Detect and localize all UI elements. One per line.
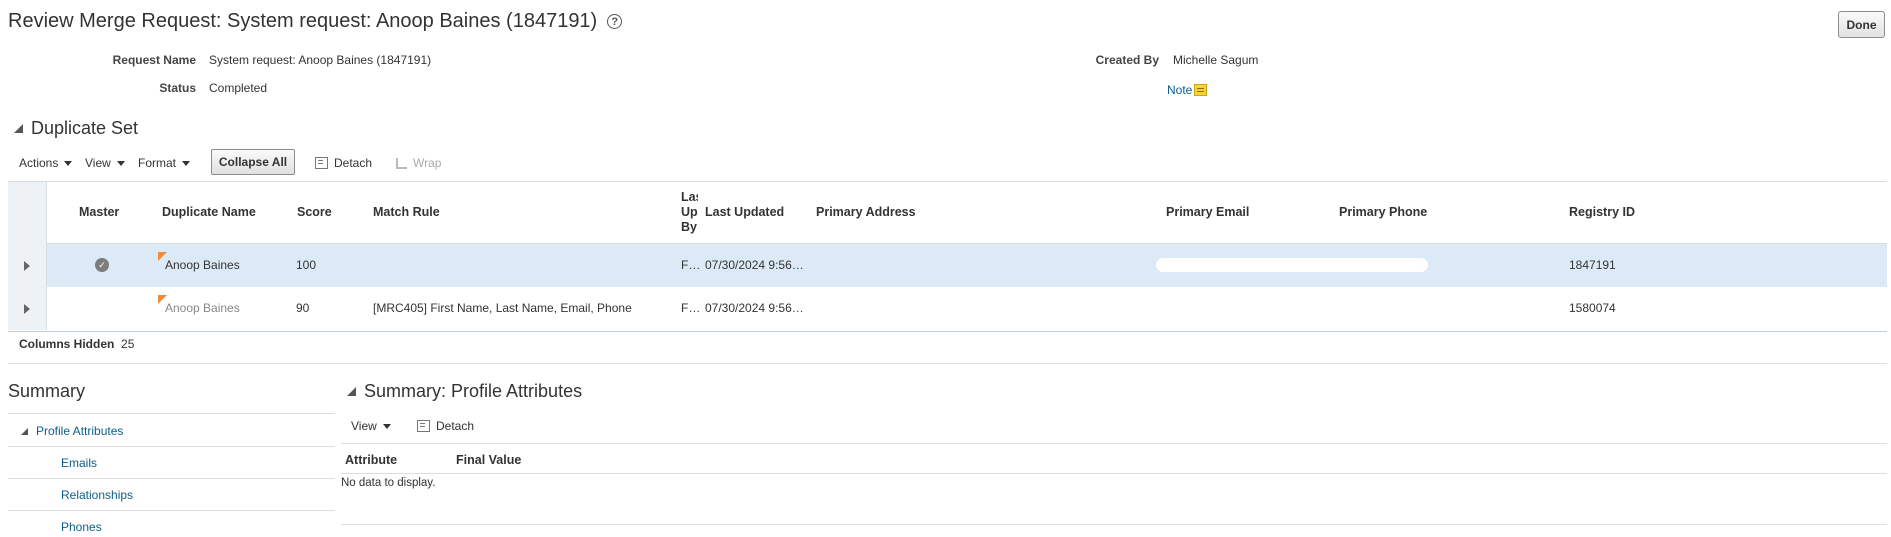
tree-item-label[interactable]: Profile Attributes (36, 424, 123, 438)
note-link[interactable]: Note (1167, 83, 1208, 97)
format-menu-label: Format (138, 156, 177, 170)
detach-button[interactable]: Detach (315, 156, 372, 170)
view-menu[interactable]: View (85, 156, 125, 170)
detach-label: Detach (334, 156, 373, 170)
actions-menu-label: Actions (19, 156, 59, 170)
status-label: Status (159, 81, 196, 95)
summary-divider (8, 413, 335, 414)
format-menu[interactable]: Format (138, 156, 191, 170)
last-updated-by-cell: F… (681, 301, 701, 315)
actions-menu[interactable]: Actions (19, 156, 73, 170)
last-updated-cell: 07/30/2024 9:56… (705, 258, 804, 272)
duplicate-set-title: Duplicate Set (31, 118, 139, 138)
table-header: Master Duplicate Name Score Match Rule L… (8, 182, 1887, 244)
tree-item-relationships[interactable]: Relationships (61, 488, 133, 502)
request-name-label: Request Name (112, 53, 196, 67)
col-match-rule[interactable]: Match Rule (373, 205, 440, 219)
col-duplicate-name[interactable]: Duplicate Name (162, 205, 256, 219)
help-icon[interactable]: ? (607, 14, 623, 29)
expand-icon[interactable] (24, 304, 30, 314)
col-registry-id[interactable]: Registry ID (1569, 205, 1635, 219)
page-title-text: Review Merge Request: System request: An… (8, 10, 598, 32)
collapse-triangle-icon[interactable] (14, 124, 23, 133)
pa-view-menu-label: View (351, 419, 377, 433)
duplicate-set-table: Master Duplicate Name Score Match Rule L… (8, 181, 1887, 332)
wrap-label: Wrap (413, 156, 442, 170)
wrap-icon (396, 157, 407, 169)
registry-id-cell: 1580074 (1569, 301, 1616, 315)
status-value: Completed (209, 81, 268, 95)
note-link-label[interactable]: Note (1167, 83, 1192, 97)
col-last-updated[interactable]: Last Updated (705, 205, 784, 219)
collapse-triangle-icon[interactable] (347, 387, 356, 396)
profile-attributes-title: Summary: Profile Attributes (364, 381, 583, 401)
empty-message: No data to display. (341, 477, 436, 489)
tree-item-phones[interactable]: Phones (61, 520, 102, 534)
col-attribute[interactable]: Attribute (345, 453, 397, 467)
duplicate-set-header[interactable]: Duplicate Set (14, 118, 138, 139)
col-master[interactable]: Master (79, 205, 119, 219)
done-button[interactable]: Done (1838, 11, 1885, 38)
chevron-down-icon (182, 160, 191, 166)
page-title: Review Merge Request: System request: An… (8, 10, 623, 33)
check-circle-icon: ✓ (95, 258, 109, 272)
collapse-triangle-icon[interactable] (21, 427, 28, 435)
pa-detach-label: Detach (436, 419, 475, 433)
pa-table-top-border (341, 443, 1887, 444)
score-cell: 90 (296, 301, 310, 315)
match-rule-cell: [MRC405] First Name, Last Name, Email, P… (373, 301, 632, 315)
created-by-value: Michelle Sagum (1173, 53, 1259, 67)
section-divider (8, 363, 1887, 364)
col-final-value[interactable]: Final Value (456, 453, 521, 467)
request-name-value: System request: Anoop Baines (1847191) (209, 53, 432, 67)
columns-hidden-label: Columns Hidden (19, 337, 115, 351)
last-updated-by-cell: F… (681, 258, 701, 272)
score-cell: 100 (296, 258, 317, 272)
table-row[interactable]: ✓ Anoop Baines 100 F… 07/30/2024 9:56… 1… (8, 244, 1887, 288)
chevron-down-icon (116, 160, 125, 166)
tree-divider (8, 446, 335, 447)
detach-icon (315, 157, 328, 169)
view-menu-label: View (85, 156, 111, 170)
chevron-down-icon (64, 160, 73, 166)
last-updated-cell: 07/30/2024 9:56… (705, 301, 804, 315)
col-primary-address[interactable]: Primary Address (816, 205, 916, 219)
tree-divider (8, 510, 335, 511)
duplicate-name-cell[interactable]: Anoop Baines (165, 301, 240, 315)
pa-header-divider (341, 473, 1887, 474)
pa-detach-button[interactable]: Detach (417, 419, 474, 433)
tree-item-emails[interactable]: Emails (61, 456, 97, 470)
redacted-contact (1156, 258, 1428, 272)
note-icon[interactable] (1194, 84, 1208, 96)
pa-table-bottom-border (341, 524, 1887, 525)
tree-divider (8, 478, 335, 479)
chevron-down-icon (382, 423, 391, 429)
pa-view-menu[interactable]: View (351, 419, 391, 433)
expand-icon[interactable] (24, 261, 30, 271)
wrap-button[interactable]: Wrap (396, 156, 441, 170)
col-last-updated-by[interactable]: Las Upd By (681, 190, 698, 235)
summary-title: Summary (8, 381, 86, 401)
col-last-updated-by-line3: By (681, 220, 697, 234)
col-score[interactable]: Score (297, 205, 332, 219)
collapse-all-button[interactable]: Collapse All (211, 149, 295, 175)
registry-id-cell: 1847191 (1569, 258, 1616, 272)
profile-attributes-header[interactable]: Summary: Profile Attributes (347, 381, 582, 402)
col-primary-email[interactable]: Primary Email (1166, 205, 1249, 219)
created-by-label: Created By (1095, 53, 1159, 67)
table-row[interactable]: Anoop Baines 90 [MRC405] First Name, Las… (8, 287, 1887, 330)
detach-icon (417, 420, 430, 432)
tree-item-profile-attributes[interactable]: Profile Attributes (21, 424, 123, 438)
columns-hidden: Columns Hidden 25 (19, 337, 134, 351)
col-last-updated-by-line2: Upd (681, 205, 698, 219)
col-last-updated-by-line1: Las (681, 190, 698, 204)
col-primary-phone[interactable]: Primary Phone (1339, 205, 1427, 219)
duplicate-name-link[interactable]: Anoop Baines (165, 258, 240, 272)
columns-hidden-count: 25 (121, 337, 135, 351)
